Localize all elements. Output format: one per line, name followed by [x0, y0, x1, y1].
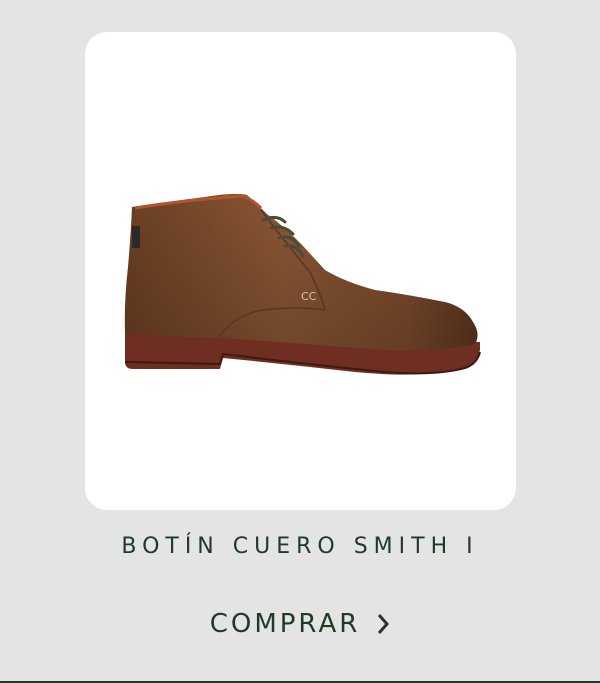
chevron-right-icon [378, 614, 390, 634]
comprar-link[interactable]: COMPRAR [0, 604, 600, 644]
product-image[interactable]: CC [85, 32, 516, 510]
product-card[interactable]: CC [85, 32, 516, 510]
svg-text:CC: CC [301, 290, 317, 303]
comprar-label: COMPRAR [209, 609, 361, 639]
product-name[interactable]: BOTÍN CUERO SMITH I [0, 532, 600, 562]
